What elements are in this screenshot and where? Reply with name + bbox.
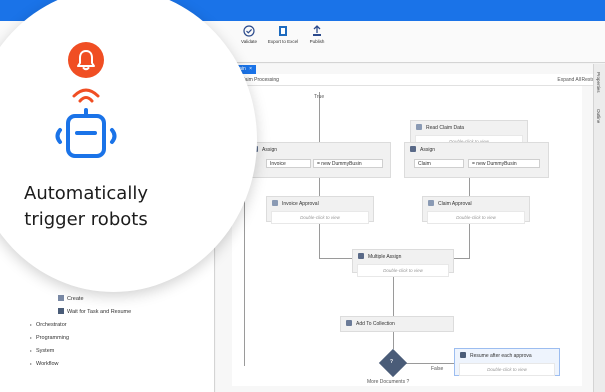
assign-icon	[410, 146, 416, 152]
approval-icon	[428, 200, 434, 206]
decision-label: More Documents ?	[367, 379, 410, 385]
assign-variable-field[interactable]: Invoice	[266, 159, 311, 168]
callout-line-1: Automatically	[24, 183, 148, 204]
multiple-assign-activity[interactable]: Multiple Assign Double-click to view	[352, 249, 454, 277]
validate-icon	[243, 25, 255, 37]
assign-icon	[358, 253, 364, 259]
sequence-header: Claim Processing Expand All Restore	[232, 74, 599, 86]
tree-item-programming[interactable]: ▸ Programming	[30, 335, 69, 341]
validate-button[interactable]: Validate	[232, 25, 266, 44]
chevron-right-icon: ▸	[30, 335, 33, 340]
callout-text: Automatically trigger robots	[0, 181, 172, 233]
publish-icon	[313, 25, 321, 36]
tree-item-system[interactable]: ▸ System	[30, 348, 54, 354]
approval-icon	[272, 200, 278, 206]
read-claim-data-activity[interactable]: Read Claim Data Double-click to view	[410, 120, 528, 148]
right-side-panel: Properties Outline	[593, 64, 605, 392]
close-tab-icon[interactable]: ×	[249, 66, 252, 72]
false-label: False	[431, 366, 444, 372]
assign-value-field[interactable]: = new DummyBusin	[468, 159, 540, 168]
hourglass-icon	[58, 308, 64, 314]
assign-value-field[interactable]: = new DummyBusin	[313, 159, 383, 168]
publish-button[interactable]: Publish	[300, 25, 334, 44]
connector	[469, 178, 470, 196]
invoice-approval-activity[interactable]: Invoice Approval Double-click to view	[266, 196, 374, 224]
resume-icon	[460, 352, 466, 358]
export-excel-button[interactable]: Export to Excel	[266, 25, 300, 44]
activity-icon	[58, 295, 64, 301]
properties-tab[interactable]: Properties	[596, 72, 601, 93]
workflow-designer: Main× Claim Processing Expand All Restor…	[216, 64, 599, 392]
flowchart-canvas: True Read Claim Data Double-click to vie…	[232, 86, 582, 386]
connector	[404, 363, 454, 364]
chevron-right-icon: ▸	[30, 322, 33, 327]
connector	[319, 178, 320, 196]
resume-activity[interactable]: Resume after each approva Double-click t…	[454, 348, 560, 376]
connector	[319, 220, 320, 258]
robot-icon	[55, 108, 117, 158]
expand-all-link[interactable]: Expand All	[557, 77, 581, 83]
outline-tab[interactable]: Outline	[596, 109, 601, 123]
add-to-collection-activity[interactable]: Add To Collection	[340, 316, 454, 332]
collection-icon	[346, 320, 352, 326]
bell-icon	[77, 50, 95, 71]
tree-item-orchestrator[interactable]: ▸ Orchestrator	[30, 322, 67, 328]
tree-item-workflow[interactable]: ▸ Workflow	[30, 361, 59, 367]
tree-item-create[interactable]: Create	[58, 295, 84, 302]
connector	[469, 220, 470, 258]
callout-line-2: trigger robots	[24, 209, 148, 230]
notification-bubble	[68, 42, 104, 78]
chevron-right-icon: ▸	[30, 361, 33, 366]
file-icon	[416, 124, 422, 130]
assign-variable-field[interactable]: Claim	[414, 159, 464, 168]
excel-icon	[279, 26, 287, 36]
signal-icon	[72, 88, 100, 103]
connector	[393, 332, 394, 349]
true-label: True	[314, 94, 325, 100]
chevron-right-icon: ▸	[30, 348, 33, 353]
question-icon: ?	[390, 359, 394, 365]
tree-item-wait-resume[interactable]: Wait for Task and Resume	[58, 308, 131, 315]
claim-approval-activity[interactable]: Claim Approval Double-click to view	[422, 196, 530, 224]
